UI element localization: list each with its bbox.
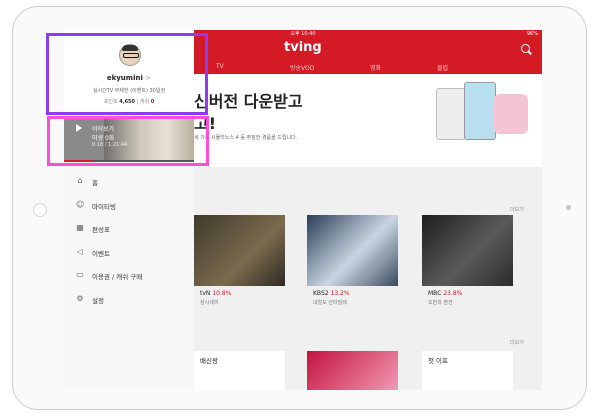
battery-level: 96% xyxy=(526,31,538,37)
promo-banner[interactable]: 신버전 다운받고 고! 세 가지 시뮬리노스 4 등 푸짐한 경품을 드립니다. xyxy=(194,74,542,164)
menu-label: 이벤트 xyxy=(92,249,110,258)
home-button[interactable] xyxy=(33,203,47,217)
program-card[interactable]: 첫 이프 xyxy=(422,351,513,390)
program-card[interactable]: 배신왕 xyxy=(194,351,285,390)
menu-label: 이용권 / 캐쉬 구매 xyxy=(92,273,143,281)
megaphone-icon: ◁ xyxy=(76,246,84,256)
program-title: 내일도 칸타빌레 xyxy=(313,300,347,306)
rating: 13.2% xyxy=(330,290,350,297)
menu-item-schedule[interactable]: ▦ 편성표 xyxy=(64,217,194,241)
tab-tv[interactable]: TV xyxy=(216,63,224,70)
program-thumbnail xyxy=(194,215,285,286)
rating: 10.8% xyxy=(212,290,232,297)
tab-vod[interactable]: 방송VOD xyxy=(290,63,314,72)
search-icon[interactable] xyxy=(521,44,530,53)
banner-subtitle: 세 가지 시뮬리노스 4 등 푸짐한 경품을 드립니다. xyxy=(194,135,298,141)
rating: 23.8% xyxy=(443,290,463,297)
gear-icon: ⚙ xyxy=(76,293,84,303)
calendar-icon: ▦ xyxy=(76,223,84,232)
menu-label: 편성표 xyxy=(92,226,110,234)
banner-device-image xyxy=(464,82,496,140)
menu-item-events[interactable]: ◁ 이벤트 xyxy=(64,241,194,265)
menu-item-settings[interactable]: ⚙ 설정 xyxy=(64,288,194,312)
tab-movie[interactable]: 영화 xyxy=(370,63,381,72)
banner-prize-image xyxy=(494,94,528,134)
menu-item-purchase[interactable]: ▭ 이용권 / 캐쉬 구매 xyxy=(64,264,194,288)
tab-clip[interactable]: 클립 xyxy=(437,63,448,72)
program-title: 오만과 편견 xyxy=(428,300,453,306)
ticket-icon: ▭ xyxy=(76,270,84,279)
menu-item-home[interactable]: ⌂ 홈 xyxy=(64,170,194,194)
menu-label: 마이티빙 xyxy=(92,202,116,211)
channel-name: KBS2 xyxy=(313,290,329,297)
menu-label: 홈 xyxy=(92,179,98,187)
program-title: 삼시세끼 xyxy=(200,300,219,306)
program-thumbnail xyxy=(307,215,398,286)
program-thumbnail xyxy=(422,215,513,286)
banner-line1: 신버전 다운받고 xyxy=(194,92,303,111)
banner-device-image xyxy=(436,88,466,140)
program-card[interactable]: tvN 10.8% 삼시세끼 xyxy=(194,215,285,306)
program-card[interactable]: KBS2 13.2% 내일도 칸타빌레 xyxy=(307,215,398,306)
home-icon: ⌂ xyxy=(77,176,83,185)
program-card[interactable]: MBC 23.8% 오만과 편견 xyxy=(422,215,513,306)
program-title: 첫 이프 xyxy=(428,357,449,365)
app-logo[interactable]: tving xyxy=(284,40,322,55)
menu-item-my-tving[interactable]: ☺ 마이티빙 xyxy=(64,194,194,218)
person-icon: ☺ xyxy=(76,199,85,209)
highlight-box-resume xyxy=(47,116,209,166)
highlight-box-profile xyxy=(46,33,208,115)
drawer-menu: ⌂ 홈 ☺ 마이티빙 ▦ 편성표 ◁ 이벤트 ▭ 이용권 / 캐쉬 구매 ⚙ 설… xyxy=(64,170,194,311)
more-link[interactable]: 더보기 xyxy=(510,339,524,346)
camera-dot xyxy=(566,205,571,210)
channel-name: tvN xyxy=(200,290,211,297)
program-title: 배신왕 xyxy=(200,357,218,365)
menu-label: 설정 xyxy=(92,296,104,305)
channel-name: MBC xyxy=(428,290,442,297)
more-link[interactable]: 더보기 xyxy=(510,206,524,213)
program-card[interactable] xyxy=(307,351,398,390)
